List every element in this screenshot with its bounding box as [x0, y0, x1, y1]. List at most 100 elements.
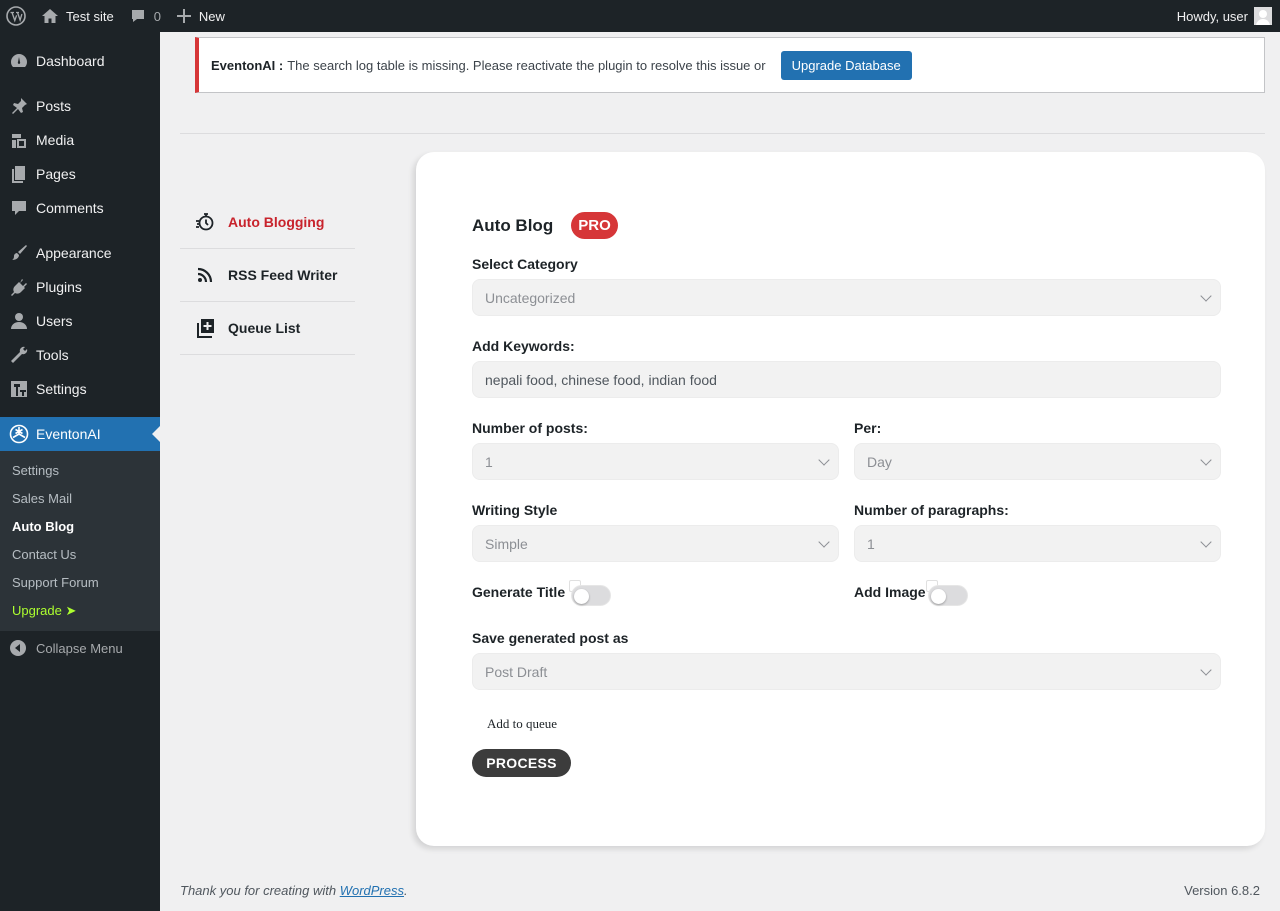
collapse-arrow-icon: [0, 639, 36, 657]
per-label: Per:: [854, 420, 882, 436]
chevron-down-icon: [1200, 454, 1212, 466]
new-content-link[interactable]: New: [169, 0, 233, 32]
category-value: Uncategorized: [485, 289, 576, 306]
sidebar-item-label: Comments: [36, 200, 104, 216]
user-account-menu[interactable]: Howdy, user: [1169, 0, 1280, 32]
admin-bar: Test site 0 New Howdy, user: [0, 0, 1280, 32]
sidebar-item-settings[interactable]: Settings: [0, 372, 160, 406]
footer-thanks-text: Thank you for creating with: [180, 883, 337, 898]
eventonai-submenu: Settings Sales Mail Auto Blog Contact Us…: [0, 451, 160, 631]
rss-icon: [180, 266, 228, 284]
writing-style-select[interactable]: Simple: [472, 525, 839, 562]
submenu-item-support-forum[interactable]: Support Forum: [12, 575, 99, 590]
sidebar-item-label: EventonAI: [36, 426, 101, 442]
tab-label: Queue List: [228, 320, 301, 336]
per-select[interactable]: Day: [854, 443, 1221, 480]
sidebar-item-tools[interactable]: Tools: [0, 338, 160, 372]
avatar: [1254, 7, 1272, 25]
footer-version: Version 6.8.2: [1184, 883, 1260, 898]
site-name-label: Test site: [66, 8, 114, 24]
submenu-item-upgrade[interactable]: Upgrade ➤: [12, 603, 76, 619]
footer-period: .: [404, 883, 408, 898]
card-title: Auto Blog: [472, 216, 554, 235]
sidebar-item-users[interactable]: Users: [0, 304, 160, 338]
sidebar-item-pages[interactable]: Pages: [0, 157, 160, 191]
tab-queue-list[interactable]: Queue List: [180, 302, 355, 355]
sidebar-item-media[interactable]: Media: [0, 123, 160, 157]
tab-auto-blogging[interactable]: Auto Blogging: [180, 196, 355, 249]
comments-count: 0: [153, 8, 161, 24]
add-image-toggle[interactable]: [928, 585, 968, 606]
site-name-link[interactable]: Test site: [33, 0, 122, 32]
admin-sidebar: Dashboard Posts Media Pages Comments App…: [0, 32, 160, 911]
auto-blog-card: Auto Blog PRO Select Category Uncategori…: [416, 152, 1265, 846]
save-as-value: Post Draft: [485, 663, 548, 680]
sidebar-item-label: Users: [36, 313, 73, 329]
comments-link[interactable]: 0: [122, 0, 169, 32]
keywords-value: nepali food, chinese food, indian food: [485, 371, 717, 388]
generate-title-label: Generate Title: [472, 584, 566, 600]
submenu-item-sales-mail[interactable]: Sales Mail: [12, 491, 72, 506]
sidebar-item-appearance[interactable]: Appearance: [0, 236, 160, 270]
chevron-down-icon: [1200, 290, 1212, 302]
tab-label: RSS Feed Writer: [228, 267, 338, 283]
number-of-posts-value: 1: [485, 453, 493, 470]
pin-icon: [0, 96, 36, 116]
submenu-item-auto-blog[interactable]: Auto Blog: [12, 519, 74, 534]
sidebar-item-label: Dashboard: [36, 53, 105, 69]
plug-icon: [0, 277, 36, 297]
error-notice: EventonAI : The search log table is miss…: [195, 37, 1265, 93]
number-of-posts-select[interactable]: 1: [472, 443, 839, 480]
process-button[interactable]: PROCESS: [472, 749, 571, 777]
settings-icon: [0, 379, 36, 399]
number-of-paragraphs-label: Number of paragraphs:: [854, 502, 1009, 518]
number-of-paragraphs-value: 1: [867, 535, 875, 552]
submenu-item-contact-us[interactable]: Contact Us: [12, 547, 76, 562]
chevron-down-icon: [1200, 536, 1212, 548]
number-of-paragraphs-select[interactable]: 1: [854, 525, 1221, 562]
pro-badge: PRO: [571, 212, 618, 239]
per-value: Day: [867, 453, 892, 470]
keywords-input[interactable]: nepali food, chinese food, indian food: [472, 361, 1221, 398]
upgrade-database-button[interactable]: Upgrade Database: [780, 50, 912, 80]
save-as-label: Save generated post as: [472, 630, 629, 646]
timer-icon: [180, 212, 228, 232]
save-as-select[interactable]: Post Draft: [472, 653, 1221, 690]
add-image-label: Add Image: [854, 584, 926, 600]
writing-style-value: Simple: [485, 535, 528, 552]
pages-icon: [0, 164, 36, 184]
sidebar-item-label: Tools: [36, 347, 69, 363]
sidebar-item-label: Appearance: [36, 245, 112, 261]
add-to-queue-link[interactable]: Add to queue: [487, 716, 557, 732]
queue-add-icon: [180, 318, 228, 338]
new-label: New: [198, 8, 225, 24]
wordpress-logo-icon[interactable]: [0, 0, 33, 32]
media-icon: [0, 130, 36, 150]
sidebar-item-dashboard[interactable]: Dashboard: [0, 44, 160, 78]
number-of-posts-label: Number of posts:: [472, 420, 588, 436]
greeting-text: Howdy, user: [1176, 8, 1248, 24]
wordpress-link[interactable]: WordPress: [340, 883, 404, 898]
dashboard-icon: [0, 51, 36, 71]
keywords-label: Add Keywords:: [472, 338, 575, 354]
divider: [180, 133, 1265, 134]
collapse-menu-button[interactable]: Collapse Menu: [0, 636, 160, 660]
comment-icon: [0, 198, 36, 218]
category-label: Select Category: [472, 256, 578, 272]
submenu-item-settings[interactable]: Settings: [12, 463, 59, 478]
category-select[interactable]: Uncategorized: [472, 279, 1221, 316]
comment-bubble-icon: [131, 10, 144, 22]
sidebar-item-label: Plugins: [36, 279, 82, 295]
chevron-down-icon: [818, 536, 830, 548]
sidebar-item-eventonai[interactable]: EventonAI: [0, 417, 160, 451]
generate-title-toggle[interactable]: [571, 585, 611, 606]
chevron-down-icon: [1200, 664, 1212, 676]
writing-style-label: Writing Style: [472, 502, 558, 518]
sidebar-item-plugins[interactable]: Plugins: [0, 270, 160, 304]
notice-message: The search log table is missing. Please …: [287, 57, 766, 73]
chevron-down-icon: [818, 454, 830, 466]
tab-rss-feed-writer[interactable]: RSS Feed Writer: [180, 249, 355, 302]
sidebar-item-comments[interactable]: Comments: [0, 191, 160, 225]
collapse-menu-label: Collapse Menu: [36, 640, 123, 656]
sidebar-item-posts[interactable]: Posts: [0, 89, 160, 123]
